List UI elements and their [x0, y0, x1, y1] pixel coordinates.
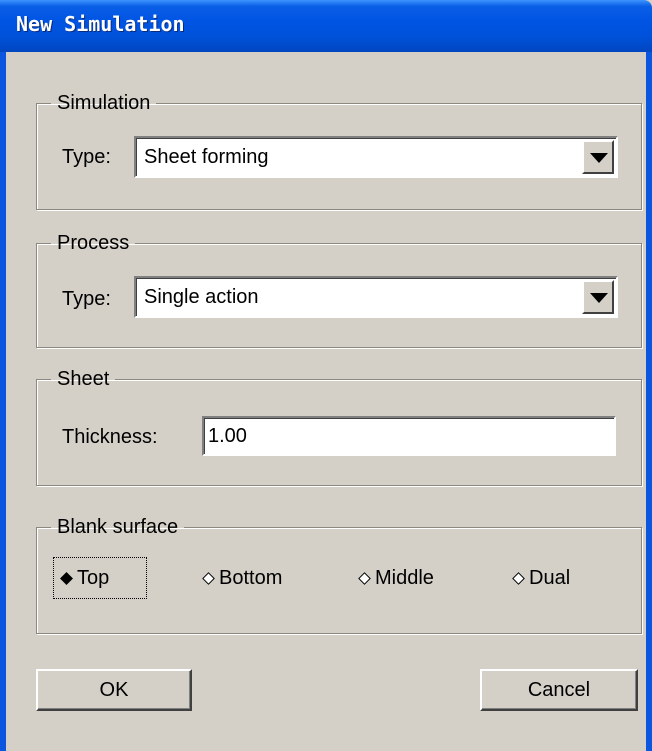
radio-bottom[interactable]: Bottom — [202, 558, 283, 598]
thickness-value: 1.00 — [208, 425, 247, 447]
simulation-type-select[interactable]: Sheet forming — [134, 136, 618, 178]
radio-middle-label: Middle — [375, 566, 434, 589]
radio-top-label: Top — [77, 566, 110, 589]
process-type-dropdown-button[interactable] — [582, 280, 614, 314]
radio-dual[interactable]: Dual — [512, 558, 571, 598]
window-title: New Simulation — [16, 12, 185, 36]
chevron-down-icon — [590, 153, 608, 163]
simulation-type-value: Sheet forming — [144, 146, 269, 168]
simulation-group-label: Simulation — [57, 92, 151, 114]
thickness-input[interactable]: 1.00 — [202, 416, 616, 456]
process-group-label: Process — [57, 232, 130, 254]
diamond-radio-icon — [202, 571, 215, 585]
process-type-value: Single action — [144, 286, 259, 308]
simulation-type-label: Type: — [62, 146, 111, 168]
blank-surface-group-label: Blank surface — [57, 516, 179, 538]
radio-dual-label: Dual — [529, 566, 571, 589]
diamond-radio-icon — [512, 571, 525, 585]
thickness-label: Thickness: — [62, 426, 158, 448]
chevron-down-icon — [590, 293, 608, 303]
process-type-select[interactable]: Single action — [134, 276, 618, 318]
new-simulation-dialog: New Simulation Simulation Type: Sheet fo… — [0, 0, 652, 751]
cancel-button[interactable]: Cancel — [480, 669, 638, 711]
diamond-radio-icon — [60, 571, 73, 585]
window-frame-right — [646, 52, 652, 751]
sheet-group-label: Sheet — [57, 368, 110, 390]
radio-middle[interactable]: Middle — [358, 558, 434, 598]
radio-top[interactable]: Top — [53, 557, 147, 599]
simulation-type-dropdown-button[interactable] — [582, 140, 614, 174]
diamond-radio-icon — [358, 571, 371, 585]
ok-button[interactable]: OK — [36, 669, 192, 711]
process-type-label: Type: — [62, 288, 111, 310]
dialog-body: Simulation Type: Sheet forming Process T… — [6, 52, 646, 751]
radio-bottom-label: Bottom — [219, 566, 283, 589]
title-bar[interactable]: New Simulation — [0, 0, 652, 52]
